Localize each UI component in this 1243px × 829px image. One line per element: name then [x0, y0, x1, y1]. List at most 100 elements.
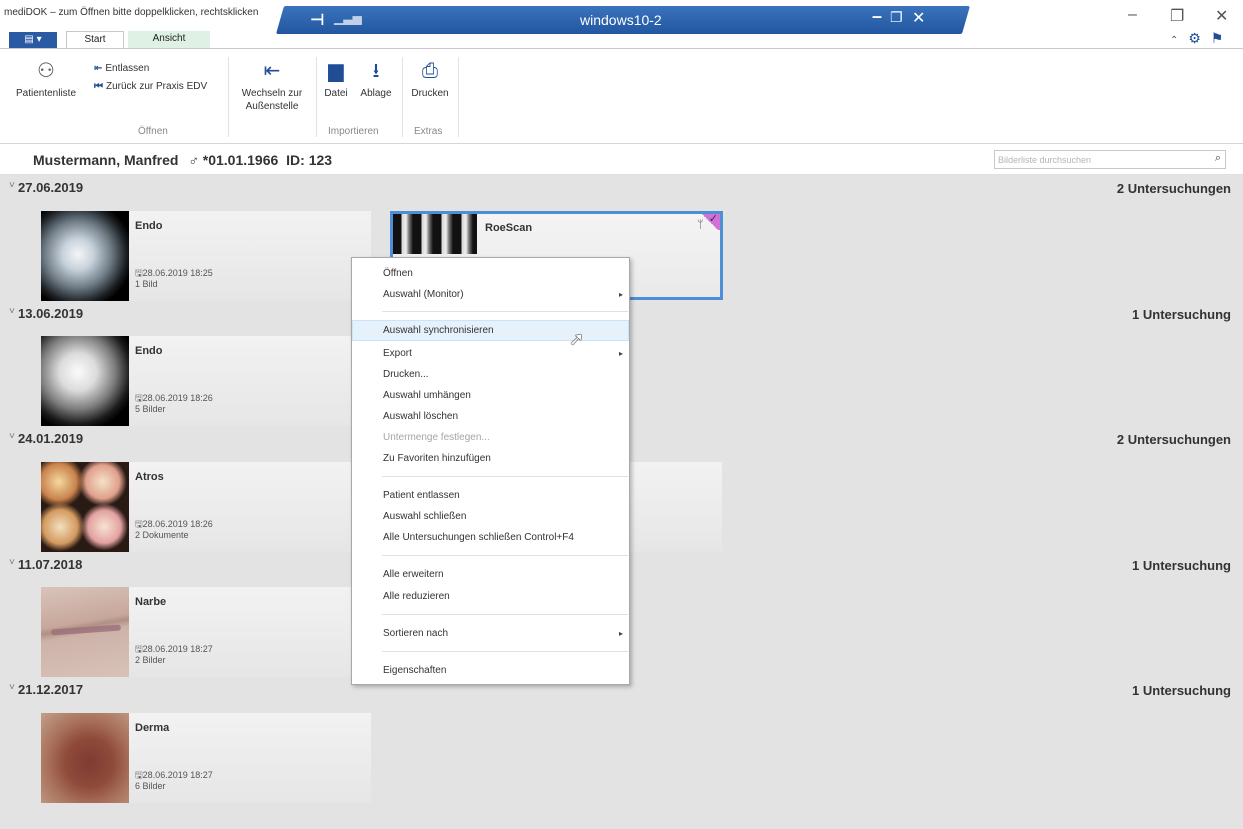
exam-image-count: 2 Dokumente: [135, 530, 189, 540]
date-label: 11.07.2018: [18, 557, 83, 572]
menu-item-alle-reduzieren[interactable]: Alle reduzieren: [352, 586, 629, 607]
patientenliste-button[interactable]: ⚇ Patientenliste: [8, 59, 84, 100]
menu-item-auswahl-loeschen[interactable]: Auswahl löschen: [352, 406, 629, 427]
menu-item-auswahl-umhaengen[interactable]: Auswahl umhängen: [352, 385, 629, 406]
menu-separator: [382, 651, 628, 652]
datei-button[interactable]: ▆ Datei: [320, 59, 352, 100]
group-label-extras: Extras: [414, 126, 443, 137]
exam-title: Derma: [135, 722, 170, 734]
exam-card[interactable]: Endo 🖫28.06.2019 18:25 1 Bild: [41, 211, 371, 301]
chevron-down-icon[interactable]: ˅: [9, 431, 15, 442]
menu-item-auswahl-schliessen[interactable]: Auswahl schließen: [352, 506, 629, 527]
menu-item-auswahl-synchronisieren[interactable]: Auswahl synchronisieren: [352, 320, 629, 341]
rdp-minimize-button[interactable]: –: [872, 6, 882, 27]
flag-icon[interactable]: ⚑: [1211, 30, 1224, 46]
patient-header: Mustermann, Manfred ♂ *01.01.1966 ID: 12…: [33, 152, 332, 168]
date-label: 13.06.2019: [18, 306, 84, 321]
ribbon-right-icons: ⌃ ⚙ ⚑: [1170, 30, 1223, 47]
exam-card[interactable]: Atros 🖫28.06.2019 18:26 2 Dokumente: [41, 462, 371, 552]
exam-card[interactable]: Endo 🖫28.06.2019 18:26 5 Bilder: [41, 336, 371, 426]
chevron-down-icon[interactable]: ˅: [9, 682, 15, 693]
save-icon: 🖫: [135, 770, 143, 780]
submenu-arrow-icon: ▸: [618, 349, 623, 358]
discharge-icon: ⇤: [94, 63, 103, 74]
entlassen-button[interactable]: ⇤ Entlassen: [94, 63, 149, 74]
wechseln-button[interactable]: ⇤ Wechseln zur Außenstelle: [232, 59, 312, 113]
menu-item-oeffnen[interactable]: Öffnen: [352, 263, 629, 284]
patient-birthdate: *01.01.1966: [202, 152, 279, 168]
switch-location-icon: ⇤: [263, 60, 281, 82]
chevron-down-icon[interactable]: ˅: [9, 557, 15, 568]
menu-separator: [382, 476, 628, 477]
menu-item-zu-favoriten[interactable]: Zu Favoriten hinzufügen: [352, 448, 629, 469]
wechseln-label-2: Außenstelle: [245, 101, 299, 112]
zurueck-label: Zurück zur Praxis EDV: [106, 81, 208, 92]
group-label-importieren: Importieren: [328, 126, 379, 137]
exam-title: Atros: [135, 471, 164, 483]
ablage-button[interactable]: ⭳ Ablage: [354, 59, 398, 100]
tab-ansicht[interactable]: Ansicht: [128, 31, 210, 48]
group-separator: [316, 57, 317, 137]
drucken-button[interactable]: ⎙ Drucken: [406, 59, 454, 100]
entlassen-label: Entlassen: [105, 63, 150, 74]
patient-id: ID: 123: [286, 152, 333, 168]
exam-card[interactable]: Derma 🖫28.06.2019 18:27 6 Bilder: [41, 713, 371, 803]
exam-title: Narbe: [135, 596, 167, 608]
menu-separator: [382, 555, 628, 556]
exam-image-count: 5 Bilder: [135, 404, 166, 414]
collapse-ribbon-icon[interactable]: ⌃: [1170, 35, 1178, 46]
group-separator: [402, 57, 403, 137]
exam-count: 1 Untersuchung: [1132, 683, 1231, 698]
minimize-button[interactable]: –: [1128, 6, 1137, 24]
tab-start[interactable]: Start: [66, 31, 124, 49]
menu-separator: [382, 614, 628, 615]
menu-item-patient-entlassen[interactable]: Patient entlassen: [352, 485, 629, 506]
gear-icon[interactable]: ⚙: [1188, 30, 1201, 46]
selected-check-icon: ✓: [700, 213, 720, 230]
search-input[interactable]: [995, 151, 1195, 168]
exam-count: 1 Untersuchung: [1132, 558, 1231, 573]
save-icon: 🖫: [135, 519, 143, 529]
rdp-close-button[interactable]: ✕: [912, 8, 925, 28]
menu-item-sortieren-nach[interactable]: Sortieren nach ▸: [352, 623, 629, 644]
submenu-arrow-icon: ▸: [618, 290, 623, 299]
menu-item-eigenschaften[interactable]: Eigenschaften: [352, 660, 629, 681]
thumbnail-image: [41, 462, 129, 552]
search-icon[interactable]: ⌕: [1215, 152, 1221, 165]
chevron-down-icon[interactable]: ˅: [9, 306, 15, 317]
ablage-label: Ablage: [360, 88, 392, 99]
exam-count: 1 Untersuchung: [1132, 307, 1231, 322]
thumbnail-image: [393, 214, 477, 254]
app-menu-button[interactable]: ▤ ▾: [9, 32, 57, 48]
scar-mark: [50, 624, 122, 636]
exam-image-count: 6 Bilder: [135, 781, 166, 791]
menu-item-drucken[interactable]: Drucken...: [352, 364, 629, 385]
menu-item-auswahl-monitor[interactable]: Auswahl (Monitor) ▸: [352, 284, 629, 305]
rdp-restore-button[interactable]: ❐: [890, 9, 903, 26]
male-symbol: ♂: [188, 152, 199, 168]
remote-desktop-bar-content: ⊣ ▁▃▅ windows10-2 – ❐ ✕: [290, 6, 960, 34]
search-box: ⌕: [994, 150, 1226, 169]
zurueck-button[interactable]: ⏮ Zurück zur Praxis EDV: [94, 81, 207, 92]
maximize-button[interactable]: ❐: [1170, 6, 1184, 26]
exam-title: RoeScan: [485, 222, 533, 234]
menu-item-export[interactable]: Export ▸: [352, 343, 629, 364]
group-separator: [228, 57, 229, 137]
thumbnail-image: [41, 587, 129, 677]
exam-count: 2 Untersuchungen: [1116, 181, 1231, 196]
close-button[interactable]: ✕: [1215, 6, 1228, 26]
pin-icon[interactable]: ⊣: [310, 10, 325, 30]
remote-desktop-title: windows10-2: [580, 12, 662, 28]
patient-name: Mustermann, Manfred: [33, 152, 179, 168]
printer-icon: ⎙: [422, 60, 438, 82]
group-separator: [458, 57, 459, 137]
date-group-header[interactable]: ˅ 27.06.2019 2 Untersuchungen: [0, 175, 1243, 201]
chevron-down-icon[interactable]: ˅: [9, 180, 15, 191]
exam-card[interactable]: Narbe 🖫28.06.2019 18:27 2 Bilder: [41, 587, 371, 677]
menu-item-alle-untersuchungen-schliessen[interactable]: Alle Untersuchungen schließen Control+F4: [352, 527, 629, 548]
date-label: 21.12.2017: [18, 682, 84, 697]
folder-icon: ▆: [328, 60, 344, 82]
save-icon: 🖫: [135, 268, 143, 278]
menu-item-alle-erweitern[interactable]: Alle erweitern: [352, 564, 629, 585]
thumbnail-image: [41, 211, 129, 301]
